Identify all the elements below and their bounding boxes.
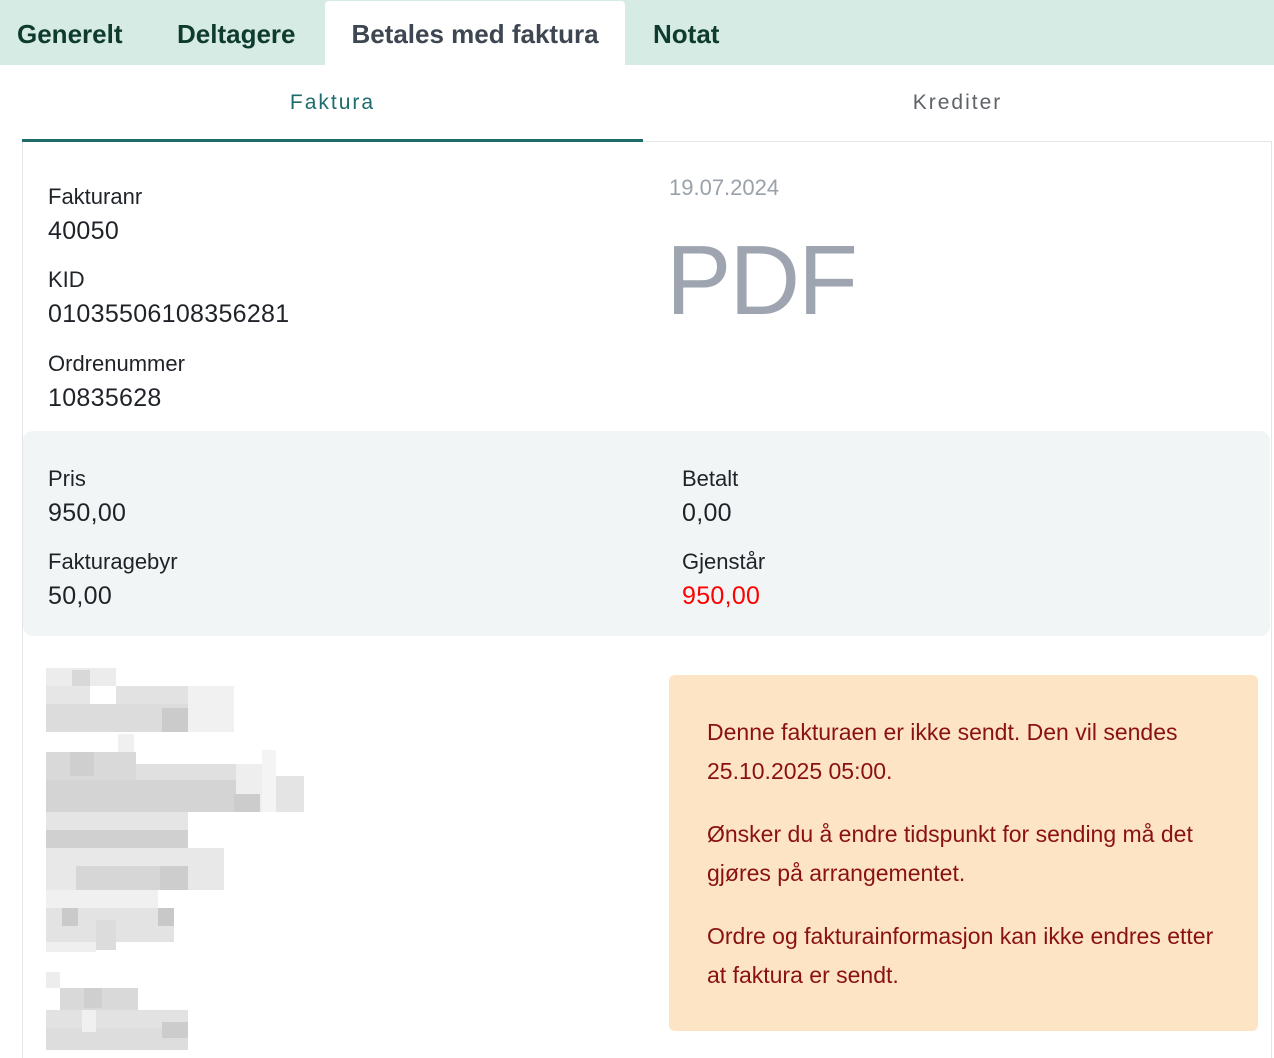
- redaction-pixel: [162, 708, 188, 732]
- redaction-pixel: [72, 670, 90, 686]
- invoice-fee-value: 50,00: [48, 582, 113, 610]
- invoice-number-label: Fakturanr: [48, 184, 143, 209]
- payment-summary: [23, 431, 1270, 636]
- redaction-pixel: [118, 734, 134, 752]
- redaction-pixel: [276, 776, 304, 812]
- redaction-pixel: [46, 890, 158, 908]
- redaction-pixel: [46, 830, 188, 848]
- paid-label: Betalt: [682, 466, 739, 491]
- pdf-link[interactable]: PDF: [666, 224, 858, 337]
- redaction-pixel: [116, 686, 188, 704]
- order-number-label: Ordrenummer: [48, 351, 185, 376]
- invoice-date: 19.07.2024: [669, 175, 780, 200]
- redaction-pixel: [70, 752, 94, 776]
- subtab-faktura[interactable]: Faktura: [22, 66, 643, 142]
- invoice-number-value: 40050: [48, 217, 120, 245]
- redaction-pixel: [158, 908, 174, 926]
- tab-betales-med-faktura[interactable]: Betales med faktura: [325, 1, 625, 65]
- redaction-pixel: [262, 750, 276, 812]
- invoice-fee-label: Fakturagebyr: [48, 549, 178, 574]
- redaction-pixel: [162, 1022, 188, 1038]
- remaining-value: 950,00: [682, 582, 761, 610]
- notice-paragraph: Denne fakturaen er ikke sendt. Den vil s…: [707, 719, 1178, 784]
- redaction-pixel: [96, 920, 116, 950]
- kid-value: 01035506108356281: [48, 300, 290, 328]
- redacted-address-block: [46, 668, 316, 1058]
- notice-paragraph: Ønsker du å endre tidspunkt for sending …: [707, 821, 1193, 886]
- paid-value: 0,00: [682, 499, 732, 527]
- kid-label: KID: [48, 267, 85, 292]
- redaction-pixel: [46, 812, 188, 830]
- redaction-pixel: [188, 686, 234, 732]
- top-tab-bar: Generelt Deltagere Betales med faktura N…: [0, 0, 1274, 65]
- redaction-pixel: [82, 1010, 96, 1032]
- unsent-invoice-notice: Denne fakturaen er ikke sendt. Den vil s…: [669, 675, 1258, 1031]
- redaction-pixel: [62, 908, 78, 926]
- redaction-pixel: [234, 794, 260, 812]
- redaction-pixel: [84, 988, 102, 1008]
- remaining-label: Gjenstår: [682, 549, 766, 574]
- redaction-pixel: [46, 942, 96, 952]
- redaction-pixel: [46, 780, 236, 812]
- tab-deltagere[interactable]: Deltagere: [177, 0, 296, 65]
- subtab-krediter[interactable]: Krediter: [643, 66, 1272, 142]
- redaction-pixel: [46, 686, 90, 704]
- notice-paragraph: Ordre og fakturainformasjon kan ikke end…: [707, 923, 1214, 988]
- redaction-pixel: [76, 866, 160, 890]
- price-value: 950,00: [48, 499, 127, 527]
- redaction-pixel: [46, 972, 60, 988]
- redaction-pixel: [160, 866, 188, 890]
- tab-generelt[interactable]: Generelt: [17, 0, 123, 65]
- tab-notat[interactable]: Notat: [653, 0, 719, 65]
- price-label: Pris: [48, 466, 86, 491]
- order-number-value: 10835628: [48, 384, 162, 412]
